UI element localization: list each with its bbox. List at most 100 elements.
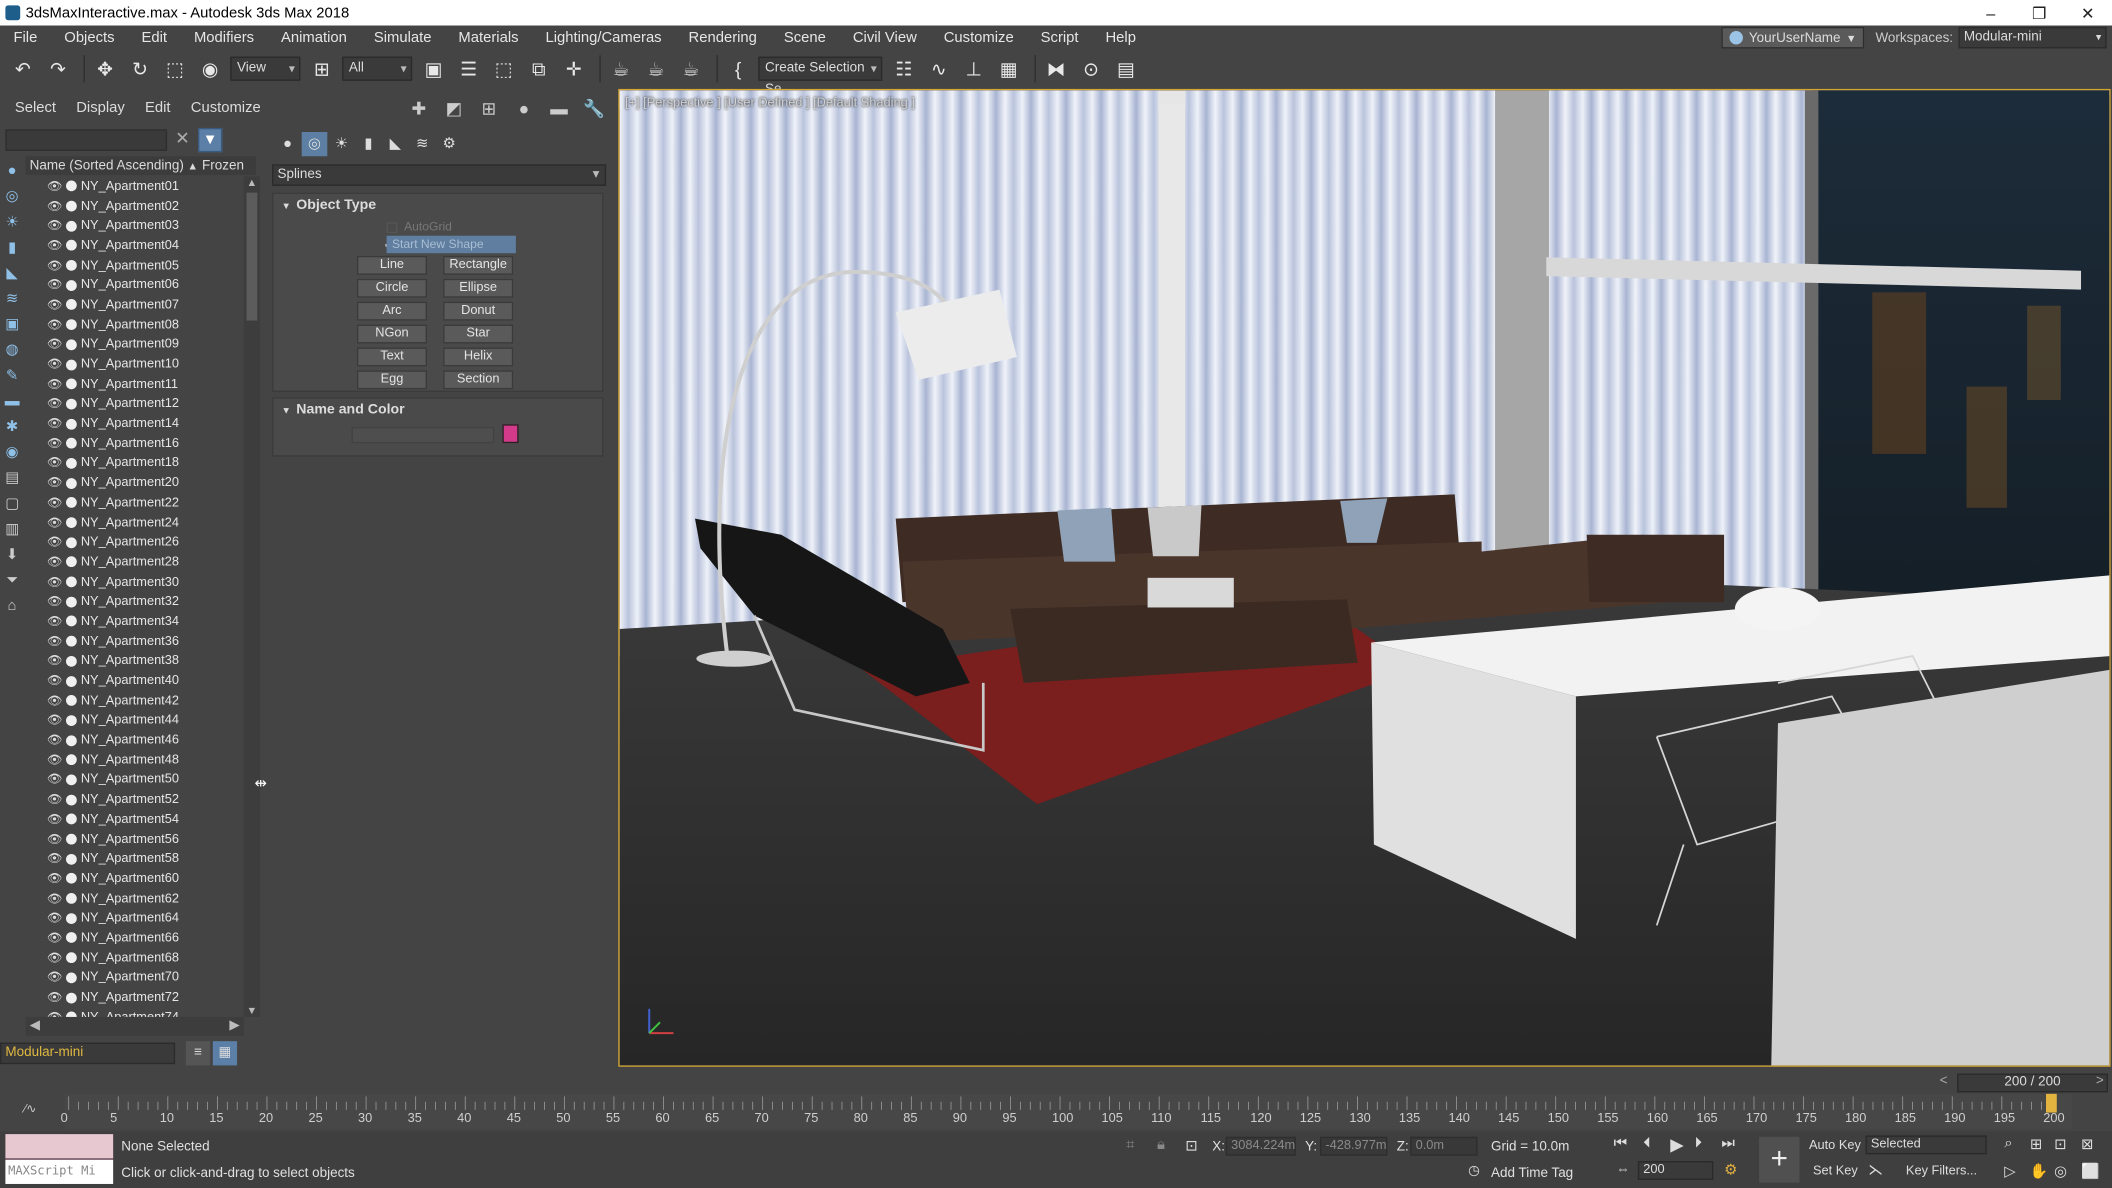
visibility-eye-icon[interactable]: 👁︎: [47, 337, 63, 352]
select-and-rotate-icon[interactable]: ↻: [125, 54, 155, 84]
visibility-eye-icon[interactable]: 👁︎: [47, 278, 63, 293]
lights-category-icon[interactable]: ☀: [329, 132, 355, 156]
visibility-eye-icon[interactable]: 👁︎: [47, 733, 63, 748]
list-item[interactable]: 👁︎ NY_Apartment03: [26, 216, 244, 236]
list-item[interactable]: 👁︎ NY_Apartment20: [26, 473, 244, 493]
list-item[interactable]: 👁︎ NY_Apartment70: [26, 968, 244, 988]
layer-explorer-icon[interactable]: ☷: [889, 54, 919, 84]
rectangle-button[interactable]: Rectangle: [443, 255, 514, 275]
visibility-eye-icon[interactable]: 👁︎: [47, 436, 63, 451]
object-category-dropdown[interactable]: Splines: [272, 164, 607, 186]
visibility-eye-icon[interactable]: 👁︎: [47, 357, 63, 372]
reference-coordinate-dropdown[interactable]: View: [230, 56, 301, 81]
minimize-button[interactable]: –: [1967, 3, 2015, 22]
explorer-vertical-scrollbar[interactable]: ▲ ▼: [243, 176, 260, 1017]
visibility-eye-icon[interactable]: 👁︎: [47, 515, 63, 530]
list-item[interactable]: 👁︎ NY_Apartment42: [26, 691, 244, 711]
list-item[interactable]: 👁︎ NY_Apartment44: [26, 711, 244, 731]
menu-materials[interactable]: Materials: [445, 30, 532, 46]
list-item[interactable]: 👁︎ NY_Apartment56: [26, 829, 244, 849]
viewport-label[interactable]: [+] [Perspective ] [User Defined ] [Defa…: [625, 96, 915, 111]
visibility-eye-icon[interactable]: 👁︎: [47, 832, 63, 847]
key-mode-icon[interactable]: ⇔: [1616, 1162, 1629, 1177]
workspace-dropdown[interactable]: Modular-mini ▾: [1958, 26, 2107, 49]
menu-scene[interactable]: Scene: [770, 30, 839, 46]
explorer-tab-select[interactable]: Select: [15, 100, 56, 116]
explorer-tab-edit[interactable]: Edit: [145, 100, 171, 116]
select-by-name-icon[interactable]: ☰: [454, 54, 484, 84]
cameras-category-icon[interactable]: ▮: [356, 132, 382, 156]
visibility-eye-icon[interactable]: 👁︎: [47, 397, 63, 412]
list-item[interactable]: 👁︎ NY_Apartment05: [26, 256, 244, 276]
menu-customize[interactable]: Customize: [930, 30, 1027, 46]
name-column-header[interactable]: Name (Sorted Ascending): [26, 158, 188, 173]
x-coordinate-field[interactable]: 3084.224m: [1225, 1136, 1296, 1156]
ellipse-button[interactable]: Ellipse: [443, 278, 514, 298]
list-item[interactable]: 👁︎ NY_Apartment28: [26, 552, 244, 572]
visibility-eye-icon[interactable]: 👁︎: [47, 713, 63, 728]
pivot-center-icon[interactable]: ⊞: [307, 54, 337, 84]
z-coordinate-field[interactable]: 0.0m: [1410, 1136, 1478, 1156]
render-setup-icon[interactable]: ☕: [606, 54, 636, 84]
visibility-eye-icon[interactable]: 👁︎: [47, 238, 63, 253]
list-item[interactable]: 👁︎ NY_Apartment09: [26, 335, 244, 355]
visibility-eye-icon[interactable]: 👁︎: [47, 891, 63, 906]
visibility-eye-icon[interactable]: 👁︎: [47, 753, 63, 768]
scroll-thumb[interactable]: [246, 192, 258, 321]
select-and-scale-icon[interactable]: ⬚: [160, 54, 190, 84]
funnel-icon[interactable]: ⏷: [3, 571, 22, 590]
default-in-out-tangents-icon[interactable]: ⋋: [1868, 1161, 1883, 1178]
name-and-color-header[interactable]: ▼ Name and Color: [273, 399, 602, 421]
list-item[interactable]: 👁︎ NY_Apartment60: [26, 869, 244, 889]
scroll-down-icon[interactable]: ▼: [244, 1005, 260, 1017]
list-item[interactable]: 👁︎ NY_Apartment46: [26, 730, 244, 750]
bones-filter-icon[interactable]: ✎: [3, 366, 22, 385]
explorer-tab-display[interactable]: Display: [76, 100, 125, 116]
list-item[interactable]: 👁︎ NY_Apartment40: [26, 671, 244, 691]
time-slider[interactable]: 200 / 200: [1957, 1073, 2108, 1093]
list-item[interactable]: 👁︎ NY_Apartment14: [26, 414, 244, 434]
absolute-mode-icon[interactable]: ⊡: [1185, 1137, 1197, 1154]
visibility-eye-icon[interactable]: 👁︎: [47, 950, 63, 965]
select-object-icon[interactable]: ▣: [419, 54, 449, 84]
zoom-all-icon[interactable]: ⊞: [2030, 1135, 2042, 1153]
menu-rendering[interactable]: Rendering: [675, 30, 770, 46]
visibility-eye-icon[interactable]: 👁︎: [47, 674, 63, 689]
text-button[interactable]: Text: [356, 347, 427, 367]
list-item[interactable]: 👁︎ NY_Apartment12: [26, 394, 244, 414]
layers-icon[interactable]: ≡: [185, 1041, 211, 1066]
visibility-eye-icon[interactable]: 👁︎: [47, 772, 63, 787]
explorer-horizontal-scrollbar[interactable]: ◀ ▶: [25, 1016, 244, 1036]
donut-button[interactable]: Donut: [443, 301, 514, 321]
object-color-swatch[interactable]: [502, 424, 519, 444]
groups-filter-icon[interactable]: ▣: [3, 315, 22, 334]
motion-tab-icon[interactable]: ●: [506, 98, 541, 125]
play-icon[interactable]: ▶: [1670, 1134, 1683, 1156]
zoom-icon[interactable]: ⌕: [2004, 1135, 2012, 1153]
visibility-eye-icon[interactable]: 👁︎: [47, 317, 63, 332]
list-item[interactable]: 👁︎ NY_Apartment68: [26, 948, 244, 968]
list-item[interactable]: 👁︎ NY_Apartment66: [26, 928, 244, 948]
undo-icon[interactable]: ↶: [8, 54, 38, 84]
list-item[interactable]: 👁︎ NY_Apartment24: [26, 513, 244, 533]
visibility-eye-icon[interactable]: 👁︎: [47, 812, 63, 827]
field-of-view-icon[interactable]: ▷: [2004, 1162, 2015, 1180]
start-new-shape-label[interactable]: Start New Shape: [386, 235, 516, 254]
visibility-eye-icon[interactable]: 👁︎: [47, 693, 63, 708]
clear-search-icon[interactable]: ✕: [175, 128, 190, 150]
track-bar-toggle-icon[interactable]: ⁄∿: [24, 1102, 36, 1117]
list-item[interactable]: 👁︎ NY_Apartment48: [26, 750, 244, 770]
visibility-eye-icon[interactable]: 👁︎: [47, 456, 63, 471]
list-item[interactable]: 👁︎ NY_Apartment34: [26, 612, 244, 632]
list-item[interactable]: 👁︎ NY_Apartment58: [26, 849, 244, 869]
explorer-tab-customize[interactable]: Customize: [191, 100, 261, 116]
visibility-eye-icon[interactable]: 👁︎: [47, 416, 63, 431]
line-button[interactable]: Line: [356, 255, 427, 275]
key-filters-button[interactable]: Key Filters...: [1906, 1164, 1977, 1179]
scroll-left-icon[interactable]: ◀: [30, 1018, 40, 1033]
maximize-viewport-icon[interactable]: ⬜: [2081, 1162, 2099, 1180]
select-and-move-icon[interactable]: ✥: [90, 54, 120, 84]
list-item[interactable]: 👁︎ NY_Apartment10: [26, 354, 244, 374]
list-item[interactable]: 👁︎ NY_Apartment11: [26, 374, 244, 394]
material-editor-icon[interactable]: ▦: [994, 54, 1024, 84]
